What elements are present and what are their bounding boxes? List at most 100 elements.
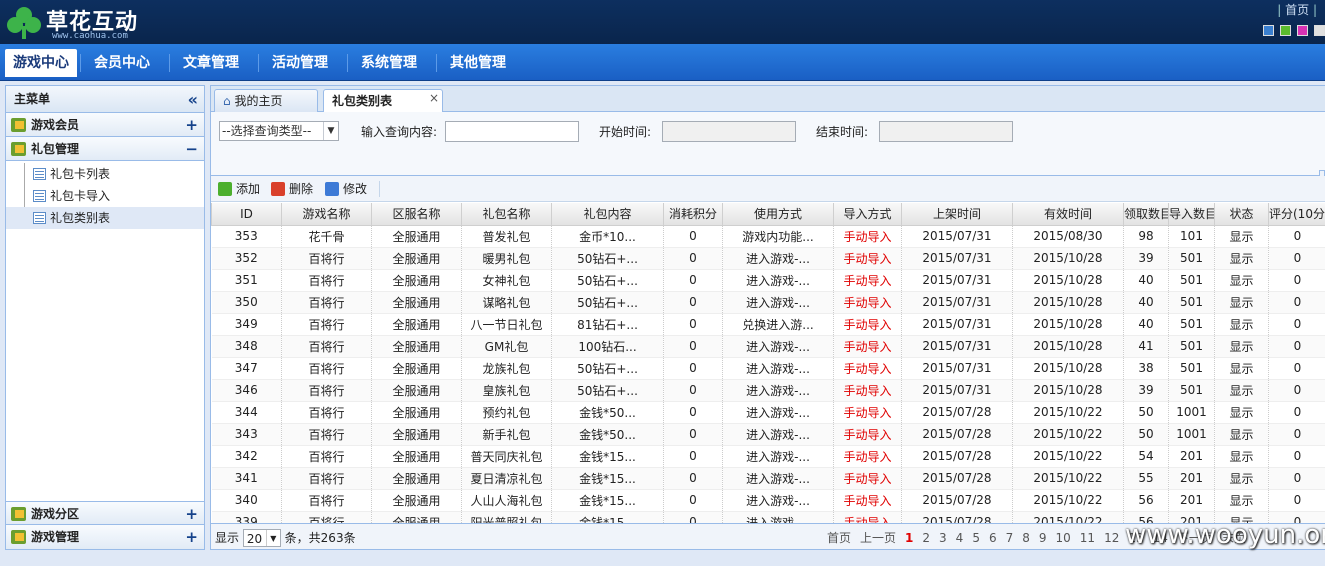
page-link[interactable]: 4 bbox=[956, 531, 964, 545]
page-link[interactable]: 7 bbox=[1006, 531, 1014, 545]
column-header[interactable]: 评分(10分) bbox=[1268, 203, 1325, 226]
expand-icon[interactable]: + bbox=[185, 113, 198, 137]
table-cell: 0 bbox=[1268, 489, 1325, 512]
main-panel: ⌂ 我的主页 礼包类别表 × --选择查询类型-- ▼ 输入查询内容: 开始时间… bbox=[210, 85, 1325, 550]
page-link[interactable]: 2 bbox=[922, 531, 930, 545]
skin-swatch[interactable] bbox=[1280, 25, 1291, 36]
sidebar: 主菜单 « 游戏会员 + 礼包管理 − 礼包卡列表 礼包卡导入 礼包类别表 游戏… bbox=[5, 85, 205, 550]
column-header[interactable]: 状态 bbox=[1214, 203, 1269, 226]
table-row[interactable]: 346 百将行 全服通用 皇族礼包 50钻石+... 0 进入游戏-... 手动导入 2015/… bbox=[211, 379, 1325, 402]
table-row[interactable]: 347 百将行 全服通用 龙族礼包 50钻石+... 0 进入游戏-... 手动导入 2015/… bbox=[211, 357, 1325, 380]
table-cell: 342 bbox=[211, 445, 282, 468]
table-cell: 游戏内功能... bbox=[722, 225, 834, 248]
sidebar-group-game-members[interactable]: 游戏会员 + bbox=[6, 113, 204, 137]
watermark: www.wooyun.org bbox=[1125, 520, 1325, 550]
table-cell: 金钱*15... bbox=[551, 489, 664, 512]
table-cell: 进入游戏-... bbox=[722, 335, 834, 358]
page-link[interactable]: 8 bbox=[1022, 531, 1030, 545]
tab-my-home[interactable]: ⌂ 我的主页 bbox=[214, 89, 318, 112]
table-cell: 2015/07/31 bbox=[901, 313, 1013, 336]
page-link[interactable]: 3 bbox=[939, 531, 947, 545]
table-cell: 百将行 bbox=[281, 291, 372, 314]
table-cell: 40 bbox=[1123, 291, 1169, 314]
collapse-icon[interactable]: − bbox=[185, 137, 198, 161]
sidebar-group-game-management[interactable]: 游戏管理 + bbox=[6, 525, 204, 549]
column-header[interactable]: 礼包名称 bbox=[461, 203, 552, 226]
table-row[interactable]: 341 百将行 全服通用 夏日清凉礼包 金钱*15... 0 进入游戏-... 手动导入 201… bbox=[211, 467, 1325, 490]
column-header[interactable]: 领取数目 bbox=[1123, 203, 1169, 226]
sidebar-group-gift-management[interactable]: 礼包管理 − bbox=[6, 137, 204, 161]
query-content-input[interactable] bbox=[445, 121, 579, 142]
column-header[interactable]: 上架时间 bbox=[901, 203, 1013, 226]
collapse-sidebar-icon[interactable]: « bbox=[188, 86, 198, 113]
column-header[interactable]: 有效时间 bbox=[1012, 203, 1124, 226]
skin-swatch[interactable] bbox=[1297, 25, 1308, 36]
nav-item[interactable]: 其他管理 bbox=[442, 49, 514, 77]
first-page-link[interactable]: 首页 bbox=[827, 531, 851, 545]
expand-icon[interactable]: + bbox=[185, 502, 198, 526]
add-button[interactable]: 添加 bbox=[216, 180, 260, 198]
table-row[interactable]: 352 百将行 全服通用 暖男礼包 50钻石+... 0 进入游戏-... 手动导入 2015/… bbox=[211, 247, 1325, 270]
table-cell: 101 bbox=[1168, 225, 1215, 248]
column-header[interactable]: 导入方式 bbox=[833, 203, 902, 226]
column-header[interactable]: 区服名称 bbox=[371, 203, 462, 226]
table-row[interactable]: 353 花千骨 全服通用 普发礼包 金币*10... 0 游戏内功能... 手动导入 2015/… bbox=[211, 225, 1325, 248]
table-row[interactable]: 351 百将行 全服通用 女神礼包 50钻石+... 0 进入游戏-... 手动导入 2015/… bbox=[211, 269, 1325, 292]
page-link[interactable]: 12 bbox=[1104, 531, 1119, 545]
edit-label: 修改 bbox=[343, 182, 368, 196]
nav-item[interactable]: 游戏中心 bbox=[5, 49, 77, 77]
table-cell: 0 bbox=[1268, 423, 1325, 446]
column-header[interactable]: ID bbox=[211, 203, 282, 226]
table-row[interactable]: 344 百将行 全服通用 预约礼包 金钱*50... 0 进入游戏-... 手动导入 2015/… bbox=[211, 401, 1325, 424]
table-cell: 2015/10/22 bbox=[1012, 401, 1124, 424]
nav-item[interactable]: 文章管理 bbox=[175, 49, 247, 77]
column-header[interactable]: 使用方式 bbox=[722, 203, 834, 226]
page-link[interactable]: 10 bbox=[1056, 531, 1071, 545]
clover-logo-icon bbox=[7, 7, 41, 39]
table-cell: 全服通用 bbox=[371, 357, 462, 380]
current-page[interactable]: 1 bbox=[905, 531, 913, 545]
delete-button[interactable]: 删除 bbox=[269, 180, 313, 198]
sidebar-item-gift-card-list[interactable]: 礼包卡列表 bbox=[6, 163, 204, 185]
table-cell: GM礼包 bbox=[461, 335, 552, 358]
page-link[interactable]: 5 bbox=[972, 531, 980, 545]
tab-gift-category[interactable]: 礼包类别表 × bbox=[323, 89, 443, 113]
page-link[interactable]: 11 bbox=[1080, 531, 1095, 545]
skin-swatch[interactable] bbox=[1314, 25, 1325, 36]
nav-item[interactable]: 活动管理 bbox=[264, 49, 336, 77]
table-row[interactable]: 340 百将行 全服通用 人山人海礼包 金钱*15... 0 进入游戏-... 手动导入 201… bbox=[211, 489, 1325, 512]
top-header: 草花互动 www.caohua.com | 首页 | bbox=[0, 0, 1325, 44]
table-cell: 55 bbox=[1123, 467, 1169, 490]
column-header[interactable]: 导入数目 bbox=[1168, 203, 1215, 226]
table-row[interactable]: 349 百将行 全服通用 八一节日礼包 81钻石+... 0 兑换进入游... 手动导入 201… bbox=[211, 313, 1325, 336]
column-header[interactable]: 礼包内容 bbox=[551, 203, 664, 226]
sidebar-item-gift-card-import[interactable]: 礼包卡导入 bbox=[6, 185, 204, 207]
table-row[interactable]: 343 百将行 全服通用 新手礼包 金钱*50... 0 进入游戏-... 手动导入 2015/… bbox=[211, 423, 1325, 446]
nav-item[interactable]: 会员中心 bbox=[86, 49, 158, 77]
table-cell: 百将行 bbox=[281, 489, 372, 512]
expand-icon[interactable]: + bbox=[185, 525, 198, 549]
page-link[interactable]: 6 bbox=[989, 531, 997, 545]
table-cell: 金钱*15... bbox=[551, 467, 664, 490]
table-row[interactable]: 350 百将行 全服通用 谋略礼包 50钻石+... 0 进入游戏-... 手动导入 2015/… bbox=[211, 291, 1325, 314]
page-size-select[interactable]: 20 ▼ bbox=[242, 529, 281, 547]
close-tab-icon[interactable]: × bbox=[429, 87, 439, 109]
table-cell: 38 bbox=[1123, 357, 1169, 380]
end-time-input[interactable] bbox=[879, 121, 1013, 142]
table-row[interactable]: 342 百将行 全服通用 普天同庆礼包 金钱*15... 0 进入游戏-... 手动导入 201… bbox=[211, 445, 1325, 468]
start-time-input[interactable] bbox=[662, 121, 796, 142]
table-cell: 2015/07/31 bbox=[901, 357, 1013, 380]
table-cell: 进入游戏-... bbox=[722, 357, 834, 380]
edit-button[interactable]: 修改 bbox=[323, 180, 367, 198]
sidebar-group-game-zones[interactable]: 游戏分区 + bbox=[6, 501, 204, 525]
page-link[interactable]: 9 bbox=[1039, 531, 1047, 545]
nav-item[interactable]: 系统管理 bbox=[353, 49, 425, 77]
prev-page-link[interactable]: 上一页 bbox=[860, 531, 896, 545]
sidebar-item-gift-category-table[interactable]: 礼包类别表 bbox=[6, 207, 204, 229]
column-header[interactable]: 消耗积分 bbox=[663, 203, 723, 226]
home-link[interactable]: 首页 bbox=[1285, 3, 1309, 17]
skin-swatch[interactable] bbox=[1263, 25, 1274, 36]
query-type-select[interactable]: --选择查询类型-- ▼ bbox=[219, 121, 339, 141]
column-header[interactable]: 游戏名称 bbox=[281, 203, 372, 226]
table-row[interactable]: 348 百将行 全服通用 GM礼包 100钻石... 0 进入游戏-... 手动导入 2015/… bbox=[211, 335, 1325, 358]
